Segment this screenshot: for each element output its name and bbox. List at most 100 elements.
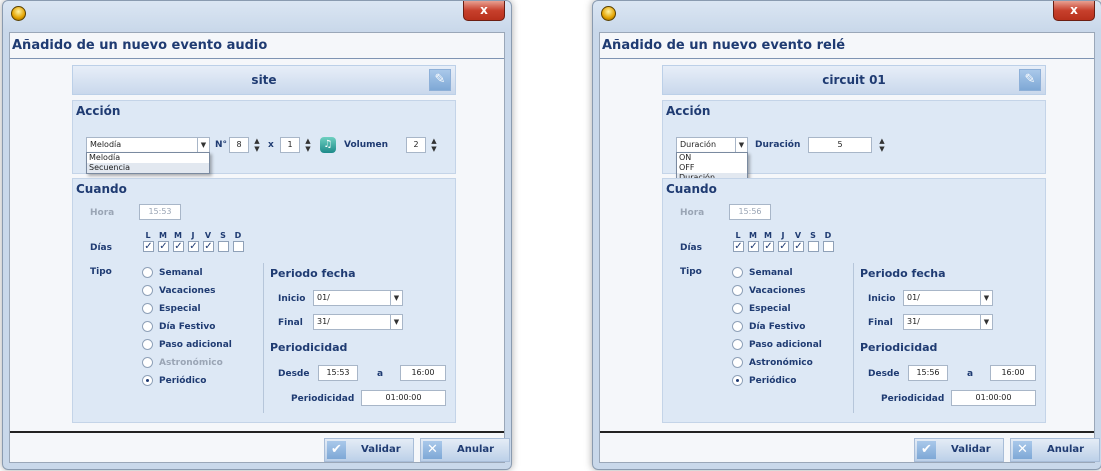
dropdown-option-on[interactable]: ON: [677, 153, 747, 163]
day-checkbox[interactable]: ✓: [793, 241, 804, 252]
day-label: L: [145, 231, 151, 240]
dropdown-option-secuencia[interactable]: Secuencia: [87, 163, 209, 173]
chevron-down-icon[interactable]: ▼: [390, 291, 402, 305]
day-checkbox[interactable]: ✓: [143, 241, 154, 252]
inicio-label: Inicio: [278, 294, 306, 304]
volumen-stepper[interactable]: ▲ ▼: [429, 137, 439, 153]
day-label: V: [204, 231, 212, 240]
day-checkbox[interactable]: ✓: [188, 241, 199, 252]
close-button[interactable]: x: [463, 1, 505, 21]
periodicidad-label: Periodicidad: [291, 394, 355, 404]
day-label: M: [764, 231, 772, 240]
dropdown-option-off[interactable]: OFF: [677, 163, 747, 173]
tipo-label: Tipo: [680, 267, 702, 277]
periodo-fecha-header: Periodo fecha: [270, 267, 356, 280]
inicio-date-select[interactable]: 01/ ▼: [903, 290, 993, 306]
periodicidad-input[interactable]: 01:00:00: [951, 390, 1036, 406]
day-checkbox[interactable]: ✓: [778, 241, 789, 252]
footer-divider: [10, 431, 504, 433]
validar-button[interactable]: ✔ Validar: [914, 438, 1004, 462]
desde-input[interactable]: 15:56: [908, 365, 948, 381]
n-stepper[interactable]: ▲ ▼: [252, 137, 262, 153]
tipo-radio[interactable]: [732, 303, 743, 314]
tipo-radio-label: Paso adicional: [749, 340, 822, 350]
day-label: S: [220, 231, 226, 240]
a-input[interactable]: 16:00: [990, 365, 1036, 381]
inicio-date-select[interactable]: 01/ ▼: [313, 290, 403, 306]
tipo-radio[interactable]: [732, 357, 743, 368]
tipo-radio[interactable]: [142, 267, 153, 278]
relay-event-dialog: x Añadido de un nuevo evento relé circui…: [592, 0, 1101, 470]
volumen-input[interactable]: 2: [406, 137, 426, 153]
anular-button[interactable]: ✕ Anular: [420, 438, 510, 462]
day-checkbox[interactable]: [233, 241, 244, 252]
chevron-down-icon[interactable]: ▼: [980, 291, 992, 305]
duracion-stepper[interactable]: ▲ ▼: [877, 137, 887, 153]
tipo-radio[interactable]: [142, 375, 153, 386]
final-date-select[interactable]: 31/ ▼: [903, 314, 993, 330]
periodicidad-input[interactable]: 01:00:00: [361, 390, 446, 406]
hora-input: 15:53: [139, 204, 181, 220]
tipo-radio[interactable]: [732, 339, 743, 350]
day-checkbox[interactable]: [808, 241, 819, 252]
chevron-down-icon[interactable]: ▼: [735, 138, 747, 152]
x-input[interactable]: 1: [280, 137, 300, 153]
day-label: D: [824, 231, 832, 240]
tipo-radio[interactable]: [732, 267, 743, 278]
n-input[interactable]: 8: [229, 137, 249, 153]
event-name-field: site ✎: [72, 65, 456, 95]
tipo-radio[interactable]: [732, 321, 743, 332]
tipo-radio[interactable]: [142, 321, 153, 332]
action-select[interactable]: Duración ▼: [676, 137, 748, 153]
action-select[interactable]: Melodía ▼: [86, 137, 210, 153]
x-stepper[interactable]: ▲ ▼: [303, 137, 313, 153]
day-checkbox[interactable]: ✓: [763, 241, 774, 252]
tipo-radio-label: Vacaciones: [749, 286, 806, 296]
duracion-input[interactable]: 5: [808, 137, 872, 153]
day-checkbox[interactable]: [823, 241, 834, 252]
day-checkbox[interactable]: ✓: [733, 241, 744, 252]
edit-pencil-icon[interactable]: ✎: [429, 69, 451, 91]
desde-input[interactable]: 15:53: [318, 365, 358, 381]
tipo-radio[interactable]: [142, 303, 153, 314]
day-checkbox[interactable]: ✓: [203, 241, 214, 252]
anular-button[interactable]: ✕ Anular: [1010, 438, 1100, 462]
day-checkbox[interactable]: ✓: [158, 241, 169, 252]
tipo-radio[interactable]: [142, 357, 153, 368]
hora-input: 15:56: [729, 204, 771, 220]
checkmark-icon: ✔: [917, 441, 936, 459]
tipo-radio[interactable]: [732, 375, 743, 386]
desde-label: Desde: [868, 369, 900, 379]
tipo-radio-label: Periódico: [159, 376, 207, 386]
hora-label: Hora: [90, 208, 115, 218]
final-date-select[interactable]: 31/ ▼: [313, 314, 403, 330]
event-name-field: circuit 01 ✎: [662, 65, 1046, 95]
inicio-date-value: 01/: [317, 293, 330, 302]
edit-pencil-icon[interactable]: ✎: [1019, 69, 1041, 91]
tipo-radio[interactable]: [142, 285, 153, 296]
day-checkbox[interactable]: ✓: [173, 241, 184, 252]
headphones-icon[interactable]: ♫: [320, 137, 336, 153]
a-input[interactable]: 16:00: [400, 365, 446, 381]
chevron-down-icon[interactable]: ▼: [980, 315, 992, 329]
dropdown-option-melodia[interactable]: Melodía: [87, 153, 209, 163]
close-button[interactable]: x: [1053, 1, 1095, 21]
final-label: Final: [868, 318, 893, 328]
validar-button[interactable]: ✔ Validar: [324, 438, 414, 462]
validar-label: Validar: [361, 444, 401, 455]
day-checkbox[interactable]: [218, 241, 229, 252]
periodicidad-header: Periodicidad: [860, 341, 938, 354]
tipo-radio[interactable]: [142, 339, 153, 350]
action-select-value: Melodía: [90, 140, 122, 149]
action-dropdown-list: Melodía Secuencia: [86, 152, 210, 174]
tipo-radio[interactable]: [732, 285, 743, 296]
periodicidad-header: Periodicidad: [270, 341, 348, 354]
volumen-label: Volumen: [344, 140, 389, 150]
tipo-radio-label: Astronómico: [749, 358, 813, 368]
chevron-down-icon[interactable]: ▼: [197, 138, 209, 152]
day-checkbox[interactable]: ✓: [748, 241, 759, 252]
chevron-down-icon[interactable]: ▼: [390, 315, 402, 329]
final-label: Final: [278, 318, 303, 328]
day-label: J: [191, 231, 195, 240]
audio-event-dialog: x Añadido de un nuevo evento audio site …: [2, 0, 512, 470]
